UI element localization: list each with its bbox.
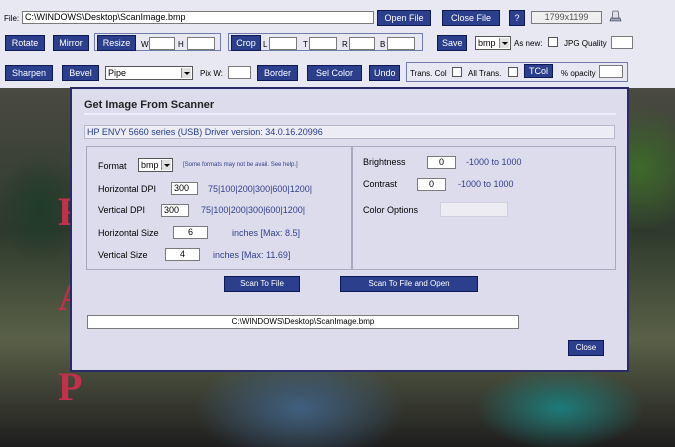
- width-label: W: [141, 40, 149, 49]
- vdpi-label: Vertical DPI: [98, 205, 146, 215]
- scan-format-select[interactable]: bmp: [138, 158, 173, 172]
- format-label: Format: [98, 161, 127, 171]
- pix-w-input[interactable]: [228, 66, 251, 79]
- crop-left-label: L: [263, 40, 268, 49]
- resize-button[interactable]: Resize: [97, 35, 136, 51]
- height-input[interactable]: [187, 37, 215, 50]
- chevron-down-icon: [499, 38, 509, 48]
- crop-bottom-input[interactable]: [387, 37, 415, 50]
- crop-bottom-label: B: [380, 40, 386, 49]
- close-button[interactable]: Close: [568, 340, 604, 356]
- jpg-quality-input[interactable]: [611, 36, 633, 49]
- mirror-button[interactable]: Mirror: [53, 35, 89, 51]
- opacity-label: % opacity: [561, 69, 596, 78]
- dialog-title: Get Image From Scanner: [84, 99, 215, 111]
- scanner-dialog: Get Image From Scanner HP ENVY 5660 seri…: [70, 87, 629, 372]
- crop-right-label: R: [342, 40, 348, 49]
- as-new-checkbox[interactable]: [548, 37, 558, 47]
- hsize-label: Horizontal Size: [98, 228, 159, 238]
- brightness-label: Brightness: [363, 157, 406, 167]
- all-trans-checkbox[interactable]: [508, 67, 518, 77]
- vsize-input[interactable]: 4: [165, 248, 200, 261]
- as-new-label: As new:: [514, 39, 543, 48]
- title-divider: [84, 113, 616, 115]
- sharpen-button[interactable]: Sharpen: [5, 65, 53, 81]
- chevron-down-icon: [181, 68, 191, 78]
- hsize-note: inches [Max: 8.5]: [232, 228, 301, 238]
- save-button[interactable]: Save: [437, 35, 467, 51]
- format-note: [Some formats may not be avail. See help…: [183, 162, 298, 168]
- pix-w-label: Pix W:: [200, 69, 223, 78]
- driver-info: HP ENVY 5660 series (USB) Driver version…: [84, 125, 615, 139]
- opacity-input[interactable]: [599, 65, 623, 78]
- color-options-label: Color Options: [363, 205, 419, 215]
- crop-left-input[interactable]: [269, 37, 297, 50]
- trans-col-label: Trans. Col: [410, 69, 447, 78]
- contrast-range: -1000 to 1000: [458, 179, 514, 189]
- border-button[interactable]: Border: [257, 65, 298, 81]
- file-path-field[interactable]: C:\WINDOWS\Desktop\ScanImage.bmp: [22, 11, 374, 24]
- contrast-label: Contrast: [363, 179, 398, 189]
- contrast-input[interactable]: 0: [417, 178, 446, 191]
- scan-to-file-button[interactable]: Scan To File: [224, 276, 300, 292]
- sel-color-button[interactable]: Sel Color: [307, 65, 362, 81]
- chevron-down-icon: [161, 160, 171, 170]
- color-options-select[interactable]: [440, 202, 508, 217]
- vsize-note: inches [Max: 11.69]: [213, 250, 291, 260]
- crop-right-input[interactable]: [349, 37, 375, 50]
- jpg-quality-label: JPG Quality: [564, 39, 607, 48]
- scan-to-file-open-button[interactable]: Scan To File and Open: [340, 276, 478, 292]
- height-label: H: [178, 40, 184, 49]
- brightness-input[interactable]: 0: [427, 156, 456, 169]
- help-button[interactable]: ?: [509, 10, 525, 26]
- dimensions-readout: 1799x1199: [531, 11, 602, 24]
- effect-select-value: Pipe: [108, 68, 127, 78]
- scan-settings-panel: Format bmp [Some formats may not be avai…: [86, 146, 352, 270]
- format-select[interactable]: bmp: [475, 36, 511, 50]
- scan-format-value: bmp: [141, 160, 159, 170]
- file-label: File:: [4, 14, 20, 23]
- toolbar: File: C:\WINDOWS\Desktop\ScanImage.bmp O…: [0, 0, 675, 88]
- hdpi-label: Horizontal DPI: [98, 184, 157, 194]
- format-select-value: bmp: [478, 38, 496, 48]
- trans-col-checkbox[interactable]: [452, 67, 462, 77]
- hdpi-input[interactable]: 300: [171, 182, 198, 195]
- scanner-icon[interactable]: [609, 9, 622, 22]
- tcol-button[interactable]: TCol: [524, 64, 553, 78]
- effect-select[interactable]: Pipe: [105, 66, 193, 80]
- output-path-field[interactable]: C:\WINDOWS\Desktop\ScanImage.bmp: [87, 315, 519, 329]
- crop-top-input[interactable]: [309, 37, 337, 50]
- crop-top-label: T: [303, 40, 308, 49]
- undo-button[interactable]: Undo: [369, 65, 400, 81]
- open-file-button[interactable]: Open File: [377, 10, 431, 26]
- vdpi-options: 75|100|200|300|600|1200|: [201, 205, 306, 215]
- adjustments-panel: Brightness 0 -1000 to 1000 Contrast 0 -1…: [352, 146, 616, 270]
- hsize-input[interactable]: 6: [173, 226, 208, 239]
- brightness-range: -1000 to 1000: [466, 157, 522, 167]
- vdpi-input[interactable]: 300: [161, 204, 189, 217]
- all-trans-label: All Trans.: [468, 69, 502, 78]
- bevel-button[interactable]: Bevel: [62, 65, 99, 81]
- vsize-label: Vertical Size: [98, 250, 148, 260]
- width-input[interactable]: [149, 37, 175, 50]
- crop-button[interactable]: Crop: [231, 35, 261, 51]
- close-file-button[interactable]: Close File: [442, 10, 500, 26]
- hdpi-options: 75|100|200|300|600|1200|: [208, 184, 313, 194]
- rotate-button[interactable]: Rotate: [5, 35, 45, 51]
